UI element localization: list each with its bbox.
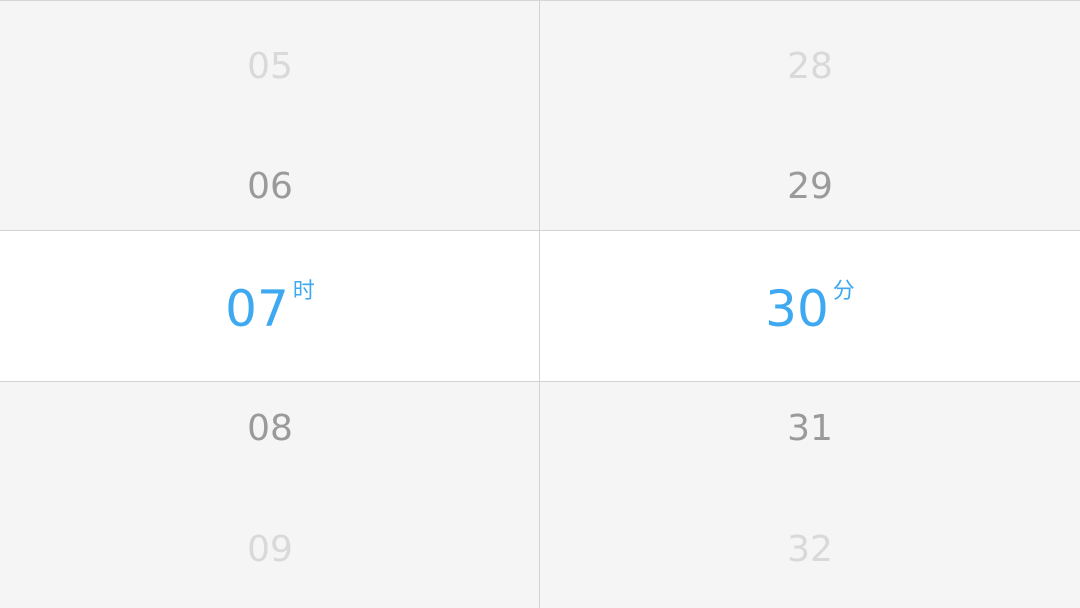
minute-wheel[interactable]: 28 29 30 分 31 32 xyxy=(540,1,1080,608)
minute-option[interactable]: 31 xyxy=(540,398,1080,458)
hour-option[interactable]: 06 xyxy=(0,156,540,216)
minute-option[interactable]: 32 xyxy=(540,519,1080,579)
hour-option-label: 08 xyxy=(247,407,293,449)
minute-option[interactable]: 28 xyxy=(540,36,1080,96)
minute-option-label: 28 xyxy=(787,45,833,87)
hour-selected-value: 07 xyxy=(225,280,289,338)
minute-unit-label: 分 xyxy=(832,279,855,304)
minute-option[interactable]: 29 xyxy=(540,156,1080,216)
minute-option-label: 32 xyxy=(787,528,833,570)
minute-option-label: 29 xyxy=(787,165,833,207)
hour-selected-option[interactable]: 07 时 xyxy=(0,271,540,347)
hour-option[interactable]: 09 xyxy=(0,519,540,579)
hour-option[interactable]: 08 xyxy=(0,398,540,458)
hour-option[interactable]: 05 xyxy=(0,36,540,96)
time-picker[interactable]: 05 06 07 时 08 09 28 29 30 分 31 32 xyxy=(0,0,1080,608)
hour-unit-label: 时 xyxy=(292,279,315,304)
hour-wheel[interactable]: 05 06 07 时 08 09 xyxy=(0,1,540,608)
hour-option-label: 06 xyxy=(247,165,293,207)
hour-option-label: 05 xyxy=(247,45,293,87)
minute-selected-option[interactable]: 30 分 xyxy=(540,271,1080,347)
hour-option-label: 09 xyxy=(247,528,293,570)
minute-option-label: 31 xyxy=(787,407,833,449)
minute-selected-value: 30 xyxy=(765,280,829,338)
